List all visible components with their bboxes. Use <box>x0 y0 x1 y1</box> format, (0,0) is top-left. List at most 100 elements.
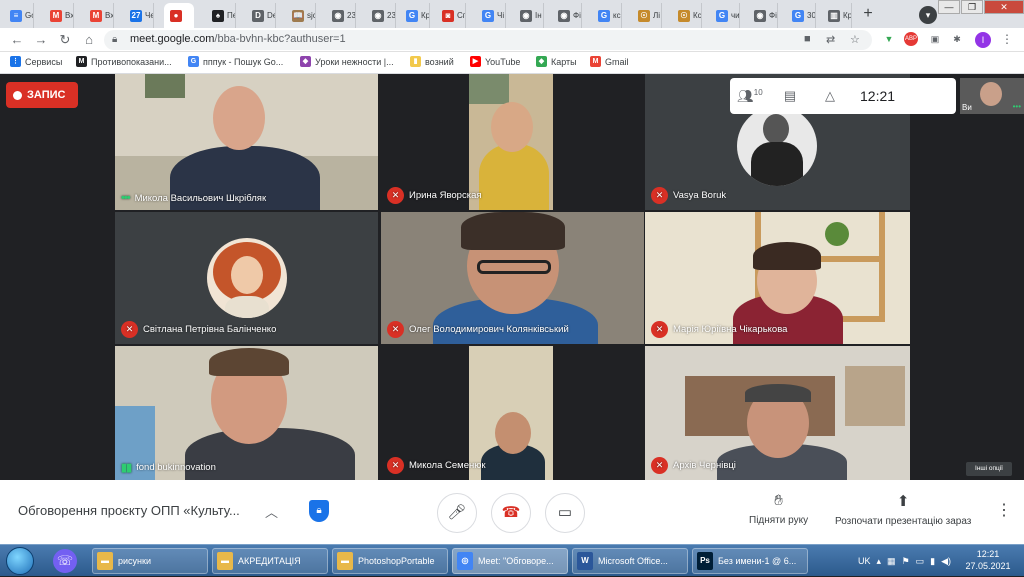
volume-icon[interactable]: ◀) <box>941 556 951 567</box>
self-view-tile[interactable]: Ви ••• <box>960 78 1024 114</box>
bookmark-item[interactable]: ◆ Уроки нежности |... <box>300 56 394 67</box>
battery-icon[interactable]: ▭ <box>916 556 925 567</box>
tab-search-icon[interactable]: ▾ <box>919 6 937 24</box>
browser-tab[interactable]: 📖 sjc <box>286 3 316 28</box>
browser-tab[interactable]: ◉ Фі <box>552 3 582 28</box>
tab-label: Кр <box>843 11 852 20</box>
browser-tab[interactable]: ◉ 23 <box>326 3 356 28</box>
signal-icon[interactable]: ▮ <box>930 556 935 567</box>
star-icon[interactable]: ☆ <box>850 33 860 46</box>
adblock-icon[interactable]: ABP <box>904 32 918 46</box>
browser-tab[interactable]: ▥ Кр <box>822 3 852 28</box>
participant-tile[interactable]: ✕ Ирина Яворская <box>381 74 644 210</box>
bookmark-item[interactable]: M Gmail <box>590 56 629 67</box>
bookmark-item[interactable]: M Противопоказани... <box>76 56 172 67</box>
activities-icon[interactable]: △ <box>810 88 850 104</box>
browser-tab[interactable]: G 30 <box>786 3 816 28</box>
bookmark-item[interactable]: ▮ возний <box>410 56 454 67</box>
browser-tab[interactable]: ☉ Лі <box>632 3 662 28</box>
bookmark-item[interactable]: ▶ YouTube <box>470 56 520 67</box>
browser-tab[interactable]: ♠Пе <box>206 3 236 28</box>
taskbar-item[interactable]: ▬ рисунки <box>92 548 208 574</box>
more-options-icon[interactable]: ⋮ <box>996 500 1012 520</box>
viber-icon[interactable]: ☏ <box>53 549 77 573</box>
home-icon[interactable]: ⌂ <box>80 31 98 49</box>
youtube-icon: ▶ <box>470 56 481 67</box>
browser-tab[interactable]: ≡Go <box>4 3 34 28</box>
browser-tab[interactable]: G Чі <box>476 3 506 28</box>
bookmark-item[interactable]: ◆ Карты <box>536 56 577 67</box>
language-indicator[interactable]: UK <box>858 556 871 566</box>
browser-tab[interactable]: ◙Сп <box>436 3 466 28</box>
taskbar-item[interactable]: Ps Без имени-1 @ 6... <box>692 548 808 574</box>
taskbar-clock[interactable]: 12:21 27.05.2021 <box>960 548 1016 572</box>
browser-tab-strip: + ▾ — ❐ ✕ ≡Go MВх MВх 27Че ● ♠Пе DDe 📖sjc ◉23 ◉23… <box>0 0 1024 28</box>
browser-tab[interactable]: Gчи <box>710 3 740 28</box>
tray-arrow-icon[interactable]: ▴ <box>877 556 882 567</box>
minimize-button[interactable]: — <box>938 0 960 14</box>
browser-menu-icon[interactable]: ⋮ <box>1000 32 1014 46</box>
browser-tab[interactable]: ☉ Кс <box>672 3 702 28</box>
camera-button[interactable]: ▭ <box>545 493 585 533</box>
browser-tab[interactable]: 27 Че <box>124 3 154 28</box>
mic-off-icon: ✕ <box>651 321 668 338</box>
taskbar-item[interactable]: ▬ PhotoshopPortable <box>332 548 448 574</box>
address-bar[interactable]: 🔒︎ meet.google.com/bba-bvhn-kbc?authuser… <box>104 30 872 50</box>
microphone-icon: 🎤︎ <box>447 504 467 521</box>
participant-tile[interactable]: ✕ Світлана Петрівна Балінченко <box>115 212 378 344</box>
participant-tile[interactable]: ✕ Олег Володимирович Колянківський <box>381 212 644 344</box>
meeting-clock: 12:21 <box>860 88 896 104</box>
browser-tab[interactable]: G Кр <box>400 3 430 28</box>
close-window-button[interactable]: ✕ <box>984 0 1024 14</box>
network-icon[interactable]: ▦ <box>887 556 896 567</box>
reload-icon[interactable]: ↻ <box>56 31 74 49</box>
owl-icon: ☉ <box>638 9 650 22</box>
browser-tab[interactable]: M Вх <box>84 3 114 28</box>
participant-tile[interactable]: ✕ Архів Чернівці <box>645 346 910 480</box>
bookmark-item[interactable]: Gпппук - Пошук Go... <box>188 56 283 67</box>
raise-hand-button[interactable]: ✋︎ Підняти руку <box>749 492 808 526</box>
media-extension-icon[interactable]: ▣ <box>928 32 942 46</box>
chat-icon[interactable]: ▤ <box>770 88 810 104</box>
restore-button[interactable]: ❐ <box>961 0 983 14</box>
chevron-up-icon[interactable]: ︿ <box>265 502 278 521</box>
browser-tab[interactable]: M Вх <box>44 3 74 28</box>
bookmark-item[interactable]: ⋮ Сервисы <box>10 56 62 67</box>
google-icon: G <box>188 56 199 67</box>
meeting-title[interactable]: Обговорення проєкту ОПП «Культу... <box>18 503 240 518</box>
shield-extension-icon[interactable]: ▼ <box>882 32 896 46</box>
browser-tab[interactable]: DDe <box>246 3 276 28</box>
participant-tile[interactable]: ••• Микола Васильович Шкрібляк <box>115 74 378 210</box>
calendar-icon: 27 <box>130 9 142 22</box>
self-speaking-icon: ••• <box>1012 102 1021 111</box>
leave-call-button[interactable]: ☎︎ <box>491 493 531 533</box>
taskbar-item[interactable]: W Microsoft Office... <box>572 548 688 574</box>
new-tab-button[interactable]: + <box>858 4 878 24</box>
browser-tab[interactable]: ◉ 23 <box>366 3 396 28</box>
browser-tab[interactable]: Gкс <box>592 3 622 28</box>
extensions-icon[interactable]: ✱ <box>950 32 964 46</box>
camera-icon[interactable]: ■ <box>804 33 811 45</box>
start-button[interactable] <box>6 547 34 575</box>
flag-icon[interactable]: ⚑ <box>902 556 910 567</box>
video-camera-icon: ▭ <box>557 504 573 521</box>
diamond-icon: ◆ <box>300 56 311 67</box>
participant-tile[interactable]: ✕ Микола Семенюк <box>381 346 644 480</box>
taskbar-item[interactable]: ◎ Meet: "Обговоре... <box>452 548 568 574</box>
profile-avatar[interactable]: I <box>975 32 991 48</box>
taskbar-item[interactable]: ▬ АКРЕДИТАЦІЯ <box>212 548 328 574</box>
forward-icon[interactable]: → <box>32 31 50 49</box>
system-tray: UK ▴ ▦ ⚑ ▭ ▮ ◀) <box>858 545 951 577</box>
translate-icon[interactable]: ⇄ <box>826 33 835 46</box>
browser-tab[interactable]: ◉ Ін <box>514 3 544 28</box>
taskbar-item-label: Без имени-1 @ 6... <box>718 556 797 566</box>
present-now-button[interactable]: ⬆ Розпочати презентацію зараз <box>835 492 971 527</box>
microphone-button[interactable]: 🎤︎ <box>437 493 477 533</box>
browser-tab[interactable]: ◉ Фі <box>748 3 778 28</box>
browser-tab[interactable]: ● <box>164 3 194 28</box>
host-controls-shield-icon[interactable]: 🔒︎ <box>309 500 329 522</box>
participants-icon[interactable]: 👥︎10 <box>730 88 770 104</box>
participant-tile[interactable]: ▮▮ fond bukinnovation <box>115 346 378 480</box>
back-icon[interactable]: ← <box>8 31 26 49</box>
participant-tile[interactable]: ✕ Марія Юріївна Чікарькова <box>645 212 910 344</box>
